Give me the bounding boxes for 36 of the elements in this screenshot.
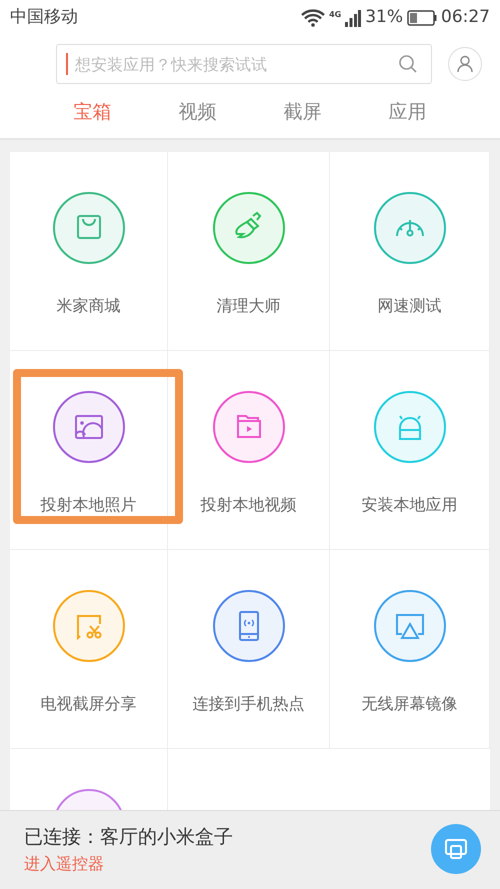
tile-label: 连接到手机热点: [192, 693, 304, 715]
network-type: 4G: [329, 9, 342, 22]
battery-percent: 31%: [365, 6, 403, 30]
feature-tile[interactable]: 投射本地视频: [168, 351, 330, 550]
battery-icon: [407, 10, 437, 26]
signal-icon: [345, 10, 362, 26]
screens-icon: [444, 838, 468, 860]
feature-tile[interactable]: 电视截屏分享: [10, 550, 168, 749]
tile-label: 网速测试: [378, 295, 442, 317]
feature-tile[interactable]: 连接到手机热点: [168, 550, 330, 749]
tab[interactable]: 视频: [145, 96, 250, 128]
tab[interactable]: 应用: [355, 96, 460, 128]
tab[interactable]: 宝箱: [40, 96, 145, 128]
search-icon[interactable]: [398, 54, 418, 74]
tile-label: 电视截屏分享: [40, 693, 136, 715]
tile-label: 投射本地照片: [40, 494, 136, 516]
search-field[interactable]: 想安装应用？快来搜索试试: [56, 44, 432, 84]
tile-label: 米家商城: [56, 295, 120, 317]
feature-tile[interactable]: 无线屏幕镜像: [330, 550, 490, 749]
feature-tile[interactable]: 清理大师: [168, 152, 330, 351]
clock-time: 06:27: [441, 6, 490, 30]
user-icon: [457, 55, 473, 73]
tab[interactable]: 截屏: [250, 96, 355, 128]
connection-status: 已连接：客厅的小米盒子: [24, 825, 234, 850]
wifi-icon: [301, 9, 326, 27]
feature-tile[interactable]: 网速测试: [330, 152, 490, 351]
tile-label: 投射本地视频: [200, 494, 296, 516]
carrier-name: 中国移动: [10, 6, 78, 30]
feature-tile[interactable]: 米家商城: [10, 152, 168, 351]
tile-label: 无线屏幕镜像: [362, 693, 458, 715]
feature-tile[interactable]: 安装本地应用: [330, 351, 490, 550]
account-button[interactable]: [448, 47, 482, 81]
tile-label: 安装本地应用: [362, 494, 458, 516]
tile-label: 清理大师: [216, 295, 280, 317]
cast-button[interactable]: [431, 824, 481, 874]
text-cursor: [66, 53, 68, 75]
